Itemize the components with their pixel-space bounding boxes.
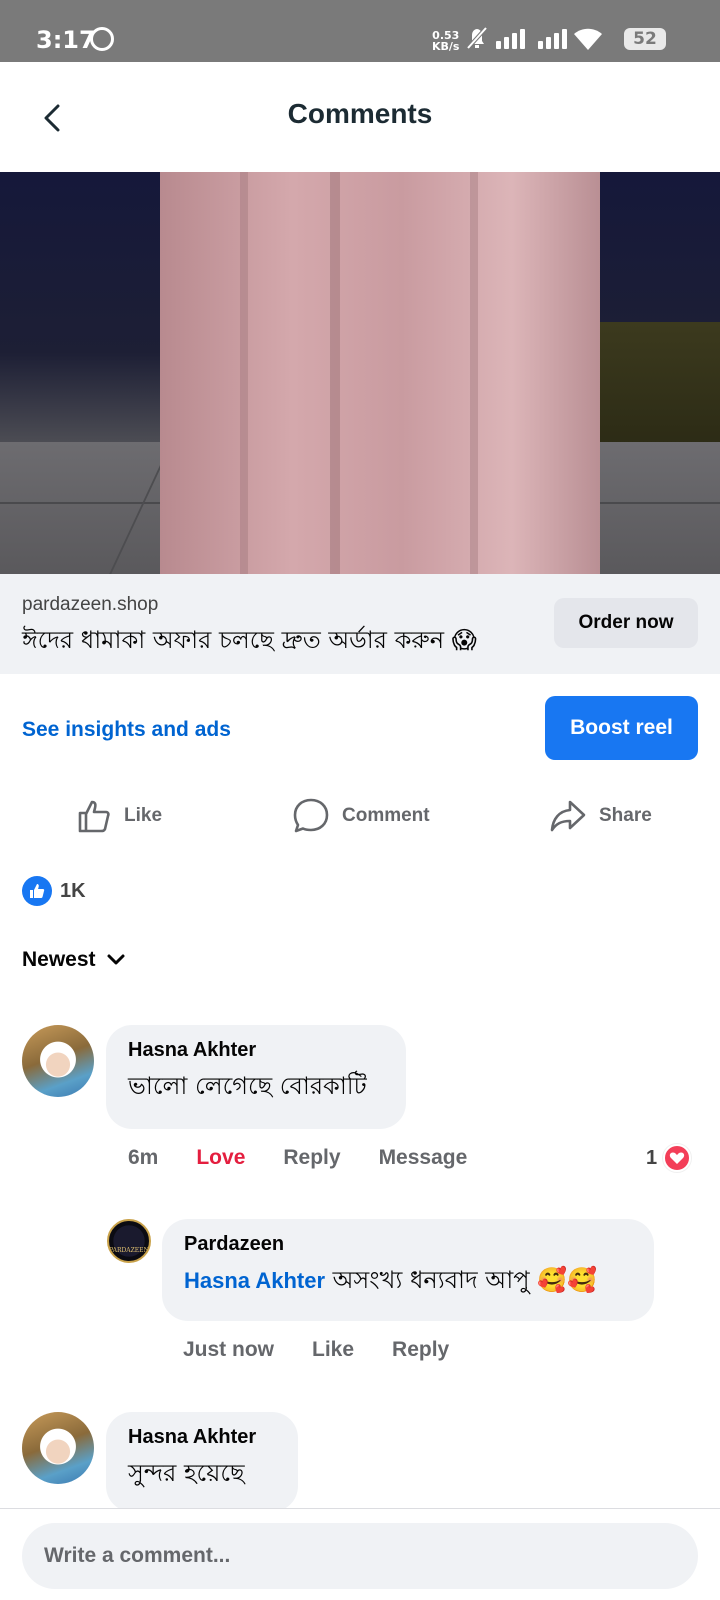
- reply-bubble: Pardazeen Hasna Akhter অসংখ্য ধন্যবাদ আপ…: [162, 1219, 654, 1321]
- reply-meta: Just now Like Reply: [183, 1338, 449, 1362]
- like-button[interactable]: Like: [312, 1338, 354, 1362]
- page-avatar[interactable]: PARDAZEEN: [107, 1219, 151, 1263]
- comment-reaction-summary[interactable]: 1: [646, 1144, 692, 1172]
- thumbs-up-icon: [78, 800, 110, 833]
- avatar[interactable]: [22, 1025, 94, 1097]
- video-dress-fold: [470, 172, 478, 574]
- reply-text: Hasna Akhter অসংখ্য ধন্যবাদ আপু 🥰🥰: [184, 1262, 632, 1302]
- message-button[interactable]: Message: [379, 1146, 468, 1170]
- like-reaction-icon: [22, 876, 52, 906]
- status-bar: 3:17 0.53 KB/s 52: [0, 0, 720, 62]
- signal-icon: [496, 29, 525, 49]
- reply-author[interactable]: Pardazeen: [184, 1233, 632, 1256]
- video-dress-fold: [240, 172, 248, 574]
- like-label: Like: [124, 805, 163, 826]
- page-avatar-logo-text: PARDAZEEN: [109, 1247, 149, 1254]
- comments-header: Comments: [0, 62, 720, 172]
- comment-author[interactable]: Hasna Akhter: [128, 1039, 384, 1062]
- reel-video[interactable]: [0, 172, 720, 574]
- chevron-down-icon: [107, 954, 125, 965]
- comment-time: 6m: [128, 1146, 159, 1169]
- boost-reel-button[interactable]: Boost reel: [545, 696, 698, 760]
- heart-icon: [663, 1144, 692, 1172]
- comment-text: সুন্দর হয়েছে: [128, 1459, 245, 1487]
- reply-time: Just now: [183, 1338, 275, 1361]
- comment-text: ভালো লেগেছে বোরকাটি: [128, 1072, 367, 1100]
- avatar[interactable]: [22, 1412, 94, 1484]
- love-button[interactable]: Love: [196, 1146, 245, 1170]
- page-title: Comments: [287, 98, 433, 129]
- comment-author[interactable]: Hasna Akhter: [128, 1426, 276, 1449]
- reply-mention[interactable]: Hasna Akhter: [184, 1268, 325, 1293]
- mute-icon: [466, 26, 488, 50]
- battery-icon: 52: [624, 28, 666, 50]
- reaction-summary[interactable]: 1K: [22, 876, 86, 906]
- dnd-circle-icon: [90, 27, 114, 51]
- see-insights-link[interactable]: See insights and ads: [22, 718, 231, 742]
- sort-dropdown[interactable]: Newest: [22, 948, 126, 972]
- reply-button[interactable]: Reply: [392, 1338, 449, 1362]
- comment-bubble: Hasna Akhter ভালো লেগেছে বোরকাটি: [106, 1025, 406, 1129]
- comment-bubble-icon: [293, 798, 329, 833]
- ad-text: ঈদের ধামাকা অফার চলছে দ্রুত অর্ডার করুন …: [22, 626, 477, 654]
- share-label: Share: [599, 805, 652, 826]
- order-now-button[interactable]: Order now: [554, 598, 698, 648]
- reply-button[interactable]: Reply: [283, 1146, 340, 1170]
- reaction-count: 1K: [60, 879, 86, 902]
- sort-label: Newest: [22, 948, 96, 971]
- signal-icon: [538, 29, 567, 49]
- share-arrow-icon: [550, 800, 586, 832]
- comment-composer: [0, 1508, 720, 1600]
- status-icons: [466, 26, 602, 50]
- net-speed-unit: KB/s: [432, 40, 460, 53]
- like-action-button[interactable]: Like: [76, 796, 162, 836]
- comment-meta: 6m Love Reply Message: [128, 1146, 467, 1170]
- battery-level: 52: [633, 29, 657, 49]
- comment-input[interactable]: [22, 1523, 698, 1589]
- net-speed: 0.53 KB/s: [432, 30, 459, 52]
- comment-reaction-count: 1: [646, 1146, 658, 1169]
- wifi-icon: [574, 28, 602, 50]
- comment-bubble: Hasna Akhter সুন্দর হয়েছে: [106, 1412, 298, 1512]
- reply-body: অসংখ্য ধন্যবাদ আপু 🥰🥰: [325, 1266, 597, 1294]
- status-time: 3:17: [36, 26, 96, 54]
- share-action-button[interactable]: Share: [549, 796, 652, 836]
- ad-domain[interactable]: pardazeen.shop: [22, 594, 158, 616]
- comment-label: Comment: [342, 805, 430, 826]
- video-dress-fold: [330, 172, 340, 574]
- video-dress: [160, 172, 600, 574]
- ad-strip: pardazeen.shop ঈদের ধামাকা অফার চলছে দ্র…: [0, 574, 720, 674]
- comment-action-button[interactable]: Comment: [292, 796, 430, 836]
